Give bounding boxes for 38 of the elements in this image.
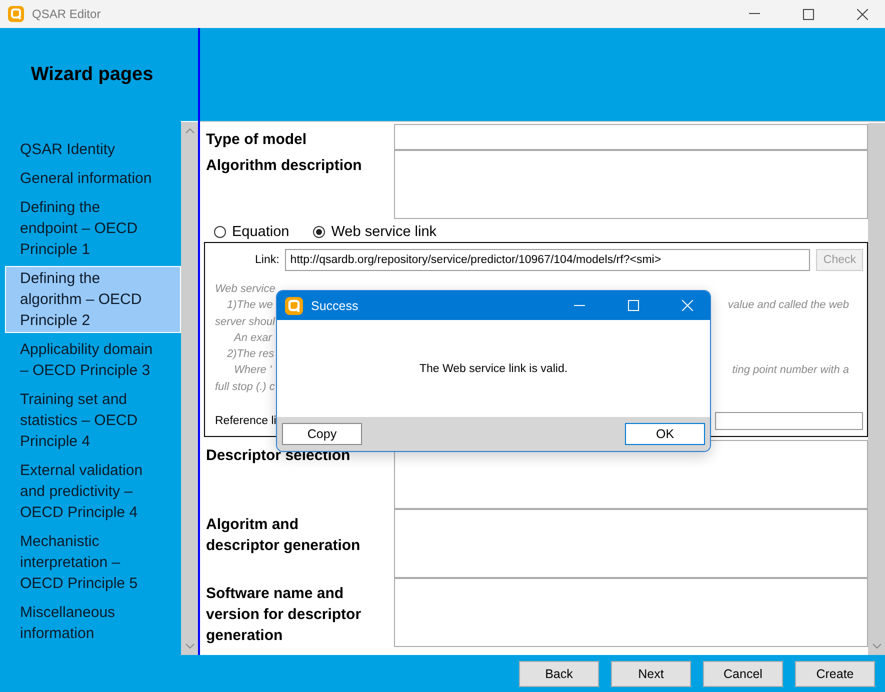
sidebar-item[interactable]: General information xyxy=(5,166,181,191)
sidebar-item[interactable]: Training set and statistics – OECD Principle 4 xyxy=(5,387,181,454)
help-text: Where ' xyxy=(233,364,272,378)
sidebar-item[interactable]: QSAR Identity xyxy=(5,137,181,162)
dialog-button[interactable]: OK xyxy=(625,423,705,445)
wizard-button[interactable]: Cancel xyxy=(703,660,783,686)
help-text: An exar xyxy=(232,332,272,346)
field-label: Algoritm and descriptor generation xyxy=(205,515,362,556)
dialog-message: The Web service link is valid. xyxy=(419,362,568,374)
help-text: 2)The res xyxy=(226,348,274,362)
radio-label: Equation xyxy=(232,224,290,240)
sidebar-item[interactable]: Miscellaneous information xyxy=(5,600,181,646)
window-title: QSAR Editor xyxy=(32,7,102,21)
sidebar-title: Wizard pages xyxy=(30,62,154,86)
sidebar-item[interactable]: Mechanistic interpretation – OECD Principle 5 xyxy=(5,529,181,596)
help-text: server shoul xyxy=(215,316,275,330)
help-text: full stop (.) c xyxy=(215,380,275,395)
help-text: ting point number with a xyxy=(732,364,849,378)
sidebar-item[interactable]: Applicability domain – OECD Principle 3 xyxy=(5,337,181,383)
help-text: value and called the web xyxy=(728,299,849,314)
sidebar-item[interactable]: Defining the endpoint – OECD Principle 1 xyxy=(5,195,181,262)
sidebar-item[interactable]: External validation and predictivity – OECD Principle 4 xyxy=(5,458,181,525)
help-text: Web service xyxy=(215,283,276,297)
link-label: Link: xyxy=(255,254,280,266)
field-label: Descriptor selection xyxy=(205,446,352,466)
field-label: Algorithm description xyxy=(205,156,363,176)
radio-option[interactable]: Equation xyxy=(214,224,290,240)
link-field[interactable]: http://qsardb.org/repository/service/predictor/10967/104/models/rf?<smi> xyxy=(285,249,810,271)
wizard-button[interactable]: Create xyxy=(795,660,875,686)
dialog-button[interactable]: Copy xyxy=(282,423,362,445)
dialog-title: Success xyxy=(311,298,360,312)
wizard-button[interactable]: Back xyxy=(519,660,599,686)
help-text: 1)The we xyxy=(226,299,273,314)
field-label: Software name and version for descriptor generation xyxy=(205,584,362,646)
reference-label: Reference li xyxy=(215,415,276,427)
wizard-button[interactable]: Next xyxy=(611,660,691,686)
sidebar-item[interactable]: Defining the algorithm – OECD Principle 2 xyxy=(5,266,181,333)
field-label: Type of model xyxy=(205,130,308,150)
